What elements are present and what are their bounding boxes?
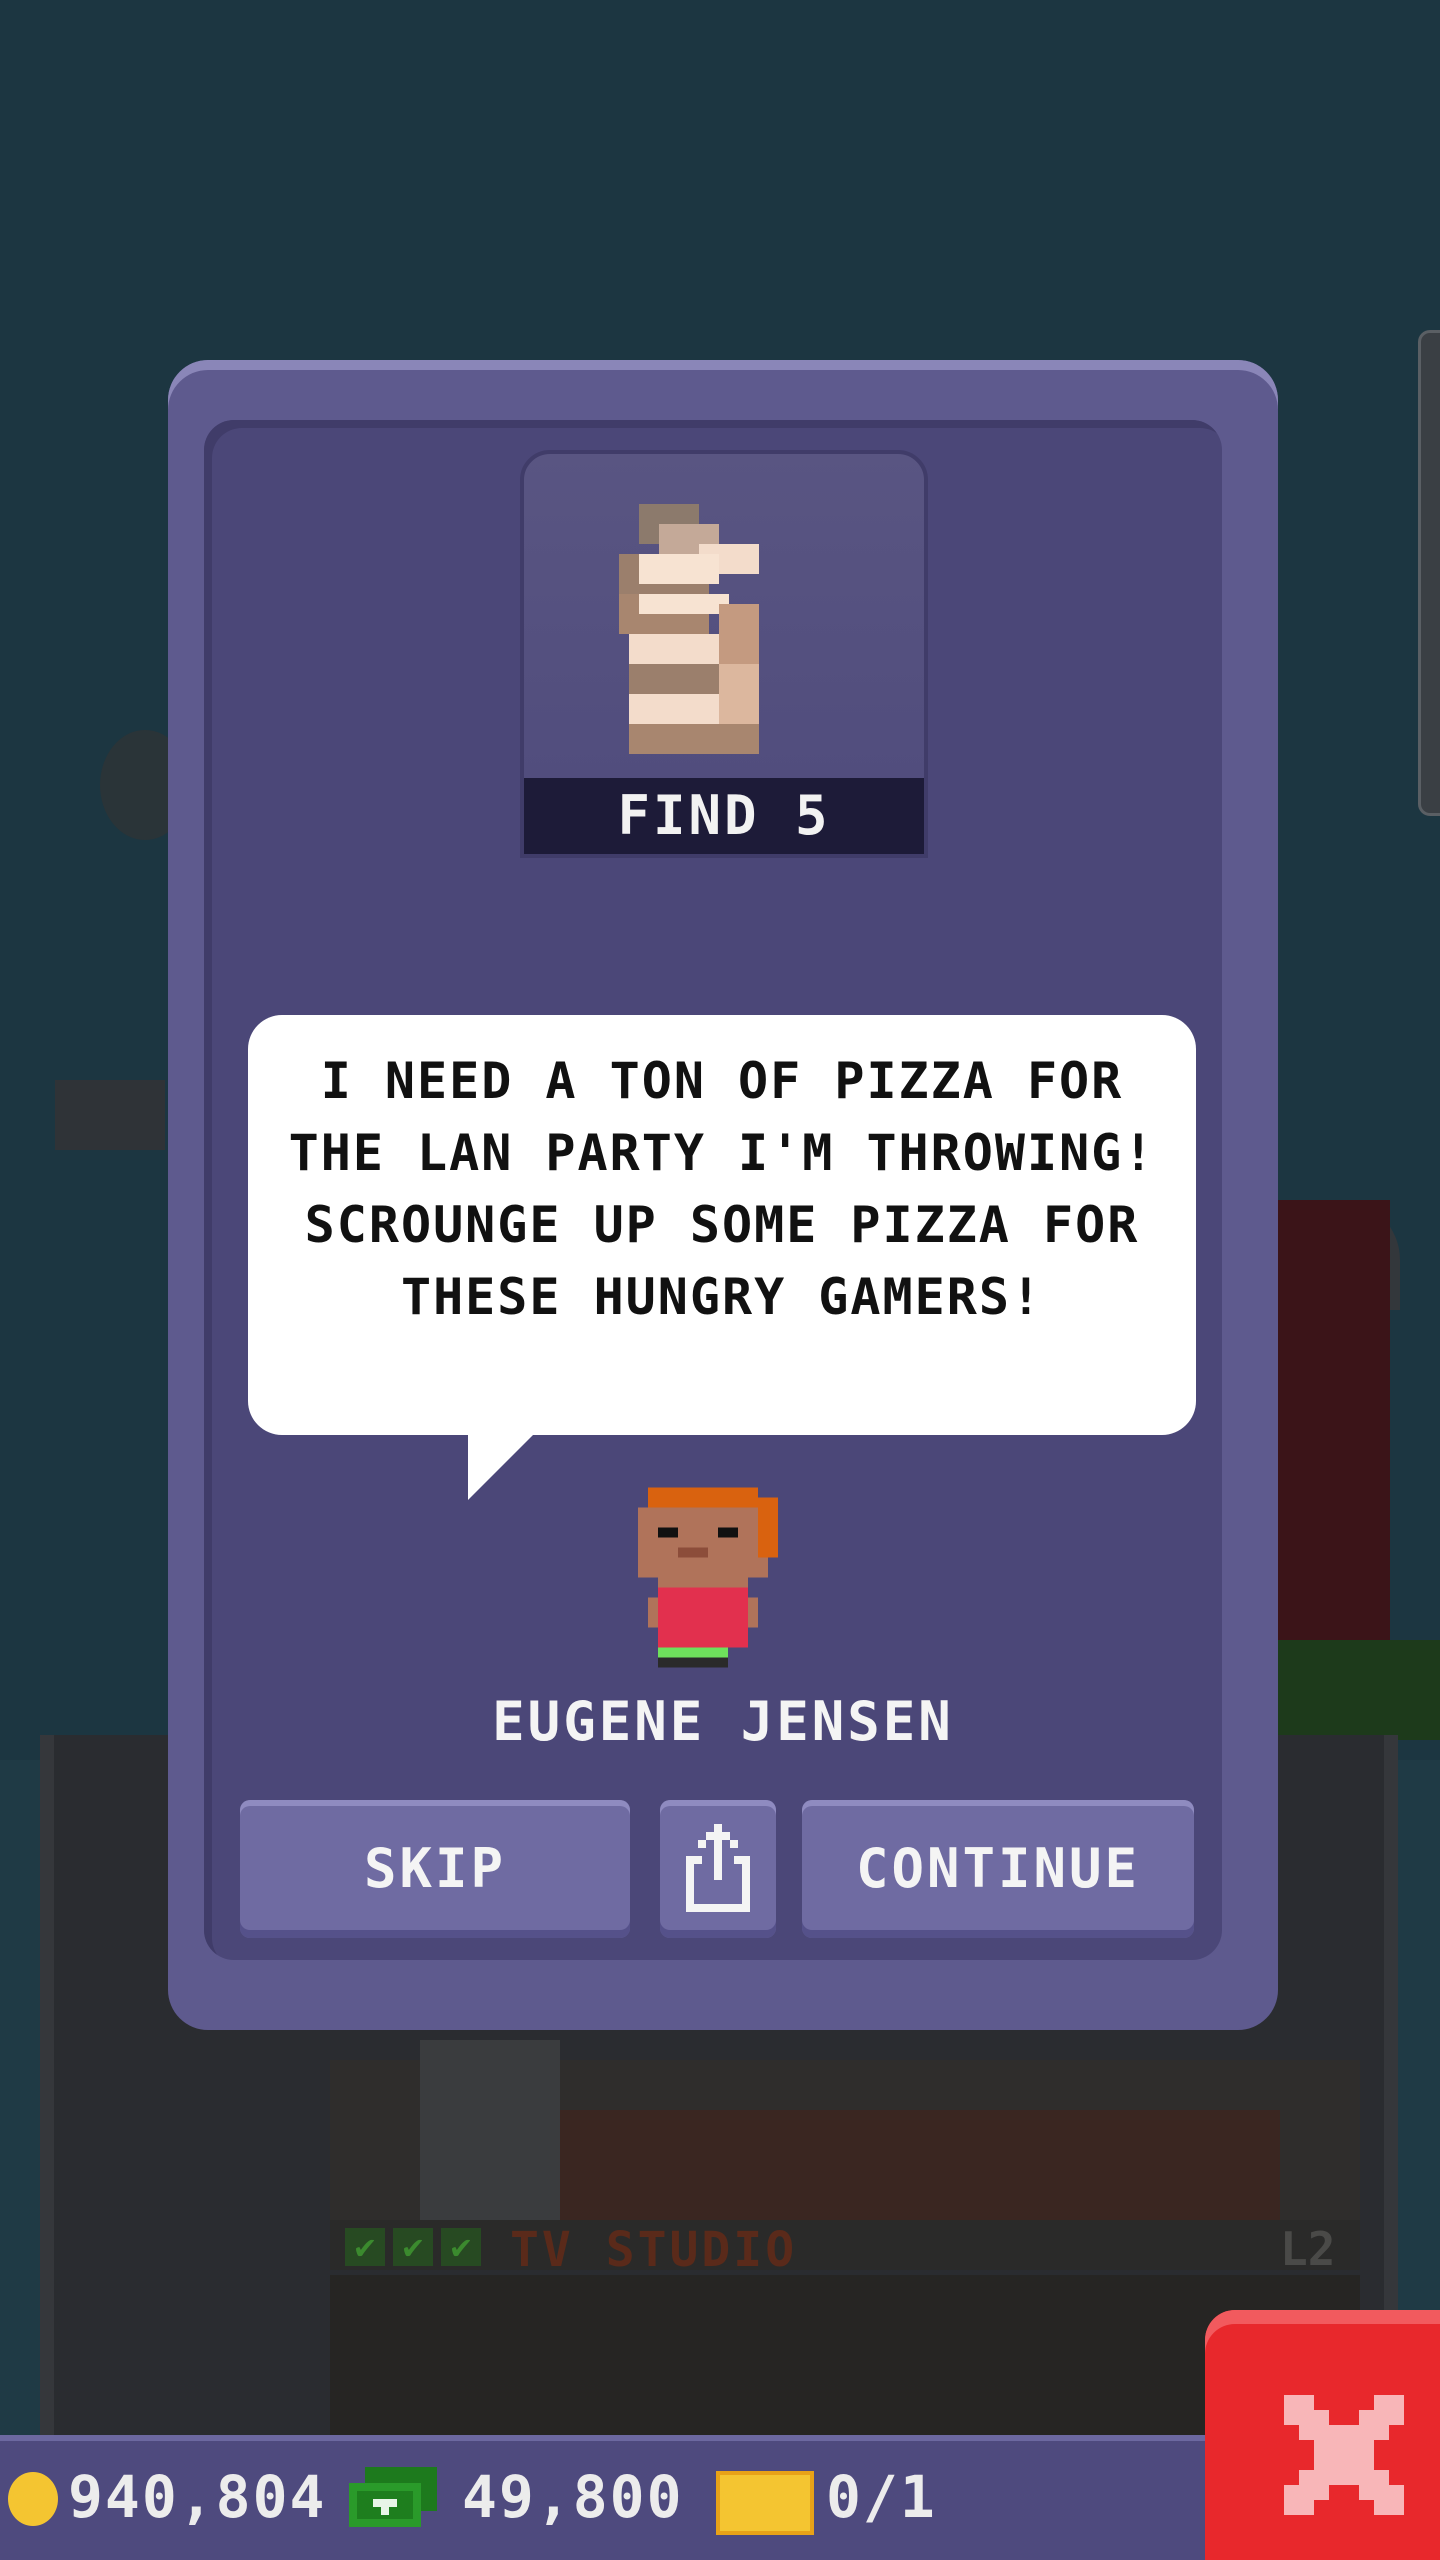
close-icon	[1284, 2395, 1404, 2515]
share-icon	[686, 1824, 750, 1912]
speech-bubble: I NEED A TON OF PIZZA FOR THE LAN PARTY …	[248, 1015, 1196, 1435]
check-icon: ✔	[441, 2228, 481, 2266]
quest-card: FIND 5	[520, 450, 928, 858]
ticket-count: 0/1	[826, 2463, 937, 2531]
floor-label: TV STUDIO	[510, 2222, 798, 2278]
grass	[1250, 1640, 1440, 1740]
quest-dialog: FIND 5 I NEED A TON OF PIZZA FOR THE LAN…	[168, 360, 1278, 2030]
golden-ticket-icon	[716, 2471, 814, 2535]
npc-avatar	[638, 1487, 778, 1668]
quest-label: FIND 5	[524, 778, 924, 854]
floor-stock-checks: ✔ ✔ ✔	[345, 2228, 489, 2266]
check-icon: ✔	[393, 2228, 433, 2266]
tower-bux-icon	[349, 2467, 437, 2527]
currency-bar: 940,804 49,800 0/1	[0, 2435, 1210, 2560]
quest-message: I NEED A TON OF PIZZA FOR THE LAN PARTY …	[288, 1052, 1156, 1326]
continue-button[interactable]: CONTINUE	[802, 1800, 1194, 1938]
room-fence	[560, 2110, 1280, 2220]
skip-button[interactable]: SKIP	[240, 1800, 630, 1938]
coin-count: 940,804	[68, 2463, 327, 2531]
bux-count: 49,800	[462, 2463, 684, 2531]
floor-level: L2	[1280, 2222, 1336, 2276]
coin-icon	[8, 2472, 58, 2526]
close-button[interactable]	[1205, 2310, 1440, 2560]
check-icon: ✔	[345, 2228, 385, 2266]
speech-bubble-tail	[468, 1430, 538, 1500]
npc-name: EUGENE JENSEN	[492, 1690, 954, 1753]
billboard-light	[55, 1080, 165, 1150]
room-prop	[420, 2040, 560, 2220]
share-button[interactable]	[660, 1800, 776, 1938]
side-panel-tab[interactable]	[1418, 330, 1440, 816]
pizza-stack-icon	[619, 504, 759, 754]
